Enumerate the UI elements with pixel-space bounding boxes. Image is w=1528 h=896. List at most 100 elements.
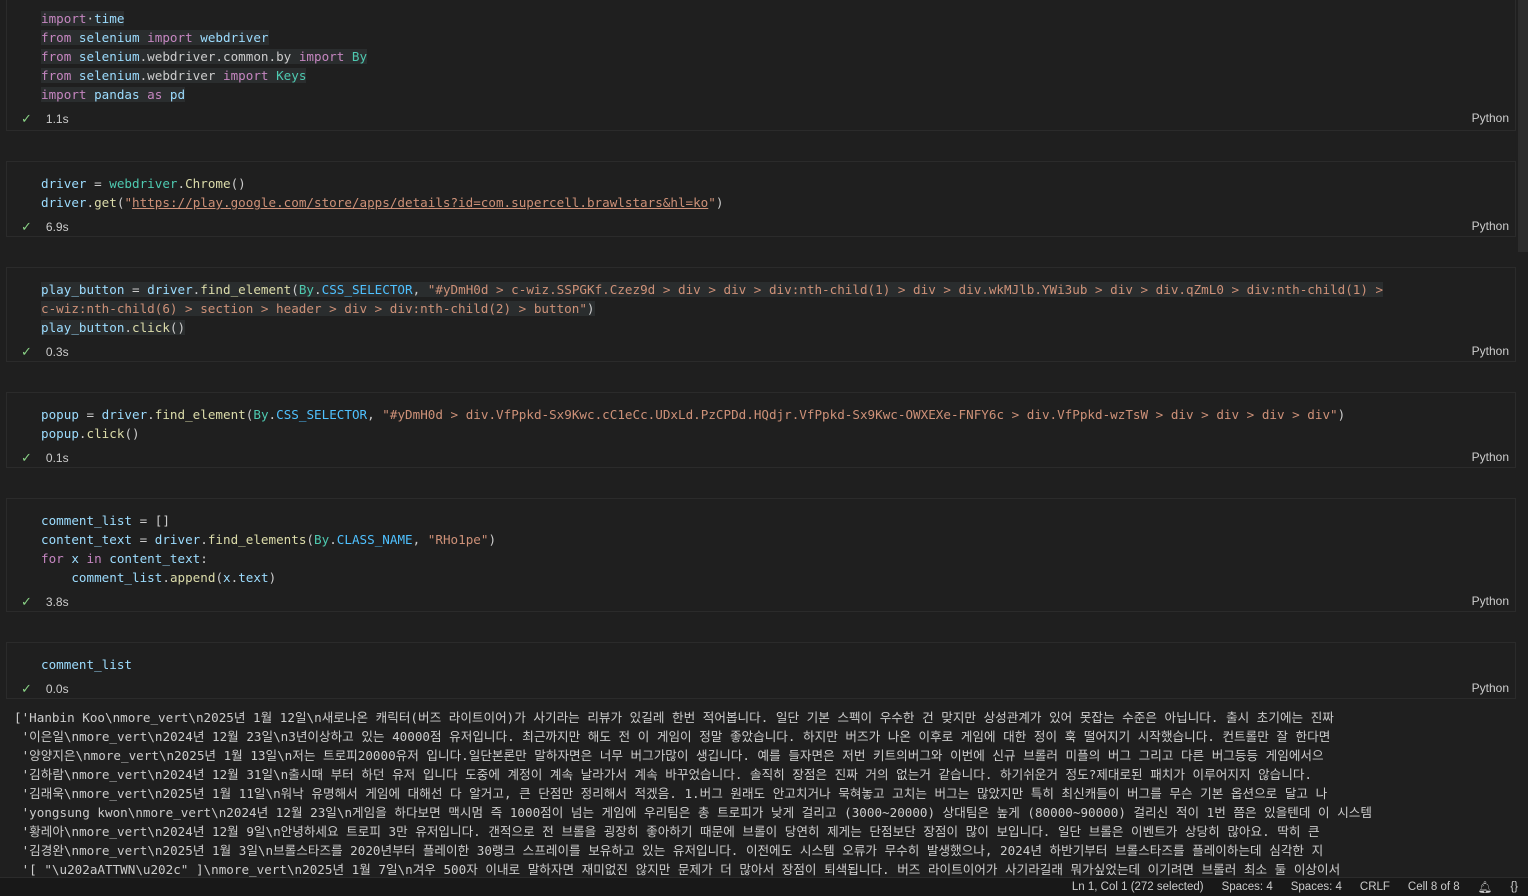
code-editor[interactable]: import·time from selenium import webdrive… <box>41 9 1509 104</box>
code-line: comment_list <box>41 655 1509 674</box>
code-token: By <box>314 532 330 547</box>
code-line: content_text = driver.find_elements(By.C… <box>41 530 1509 549</box>
code-token: () <box>169 320 186 335</box>
code-token: ) <box>1337 407 1346 422</box>
code-token: click <box>132 320 170 335</box>
code-token: find_elements <box>207 532 307 547</box>
code-token: CSS_SELECTOR <box>321 282 413 297</box>
language-indicator[interactable]: Python <box>1472 111 1509 125</box>
code-token: = [] <box>132 513 170 528</box>
language-indicator[interactable]: Python <box>1472 450 1509 464</box>
code-line: from selenium import webdriver <box>41 28 1509 47</box>
code-token: driver <box>154 532 201 547</box>
code-editor[interactable]: comment_list = [] content_text = driver.f… <box>41 511 1509 587</box>
code-token: ( <box>306 532 315 547</box>
code-cell[interactable]: driver = webdriver.Chrome() driver.get("h… <box>6 161 1516 237</box>
code-editor[interactable]: play_button = driver.find_element(By.CSS… <box>41 280 1509 337</box>
code-token: pandas <box>86 87 140 102</box>
execution-time: 0.0s <box>45 682 69 696</box>
eol-status[interactable]: CRLF <box>1360 881 1390 893</box>
code-token: · <box>86 11 95 26</box>
code-token: in <box>78 551 102 566</box>
code-token: "#yDmH0d > div.VfPpkd-Sx9Kwc.cC1eCc.UDxL… <box>382 407 1338 422</box>
check-icon: ✓ <box>21 111 32 126</box>
execution-time: 1.1s <box>45 112 69 126</box>
code-line: driver = webdriver.Chrome() <box>41 174 1509 193</box>
code-token: webdriver <box>109 176 178 191</box>
code-editor[interactable]: popup = driver.find_element(By.CSS_SELEC… <box>41 405 1509 443</box>
code-token: text <box>238 570 269 585</box>
braces-icon[interactable]: {} <box>1510 881 1518 893</box>
code-token: .webdriver <box>139 68 216 83</box>
output-line: '김경완\nmore_vert\n2025년 1월 3일\n브롤스타즈를 202… <box>14 843 1324 858</box>
code-token: By <box>344 49 368 64</box>
cell-output: ['Hanbin Koo\nmore_vert\n2025년 1월 12일\n새… <box>14 708 1518 880</box>
code-token: ( <box>291 282 299 297</box>
code-token: CLASS_NAME <box>336 532 413 547</box>
language-indicator[interactable]: Python <box>1472 219 1509 233</box>
code-token: from <box>41 49 72 64</box>
code-token: https://play.google.com/store/apps/detai… <box>132 195 709 210</box>
code-token: get <box>94 195 117 210</box>
code-token: = <box>132 532 155 547</box>
code-token: x <box>223 570 231 585</box>
execution-status: ✓ 6.9s <box>21 219 69 235</box>
bell-icon[interactable]: 🔔︎ <box>1478 880 1493 894</box>
code-line: play_button = driver.find_element(By.CSS… <box>41 280 1509 299</box>
code-token: click <box>86 426 125 441</box>
code-token: ) <box>586 301 595 316</box>
indentation-status[interactable]: Spaces: 4 <box>1222 881 1273 893</box>
code-token: as <box>139 87 163 102</box>
scrollbar-thumb[interactable] <box>1518 0 1528 252</box>
code-token: ) <box>715 195 724 210</box>
code-token: selenium <box>71 30 140 45</box>
code-token: = <box>78 407 102 422</box>
language-indicator[interactable]: Python <box>1472 681 1509 695</box>
code-line: play_button.click() <box>41 318 1509 337</box>
code-token: import <box>41 87 87 102</box>
code-token: play_button <box>41 320 125 335</box>
code-editor[interactable]: driver = webdriver.Chrome() driver.get("h… <box>41 174 1509 212</box>
cell-indicator[interactable]: Cell 8 of 8 <box>1408 881 1460 893</box>
check-icon: ✓ <box>21 450 32 465</box>
output-line: '김래욱\nmore_vert\n2025년 1월 11일\n워낙 유명해서 게… <box>14 786 1328 801</box>
code-token: () <box>230 176 246 191</box>
code-cell[interactable]: play_button = driver.find_element(By.CSS… <box>6 267 1516 362</box>
code-line: from selenium.webdriver import Keys <box>41 66 1509 85</box>
code-token: import <box>139 30 193 45</box>
code-token: .webdriver.common.by <box>139 49 292 64</box>
code-cell[interactable]: comment_list = [] content_text = driver.f… <box>6 498 1516 612</box>
code-token: " <box>708 195 716 210</box>
code-token: x <box>63 551 79 566</box>
cursor-position[interactable]: Ln 1, Col 1 (272 selected) <box>1072 881 1204 893</box>
code-editor[interactable]: comment_list <box>41 655 1509 674</box>
code-token: comment_list <box>41 513 132 528</box>
code-token: driver <box>41 195 87 210</box>
code-token: . <box>162 570 170 585</box>
check-icon: ✓ <box>21 219 32 234</box>
execution-status: ✓ 1.1s <box>21 111 69 127</box>
code-cell[interactable]: import·time from selenium import webdrive… <box>6 0 1516 131</box>
language-indicator[interactable]: Python <box>1472 594 1509 608</box>
output-line: '이은일\nmore_vert\n2024년 12월 23일\n3년이상하고 있… <box>14 729 1331 744</box>
code-line: import·time <box>41 9 1509 28</box>
code-cell[interactable]: comment_list ✓ 0.0s Python <box>6 642 1516 699</box>
code-token: driver <box>147 282 193 297</box>
code-token: selenium <box>71 49 140 64</box>
language-indicator[interactable]: Python <box>1472 344 1509 358</box>
output-line: ['Hanbin Koo\nmore_vert\n2025년 1월 12일\n새… <box>14 710 1334 725</box>
execution-status: ✓ 0.0s <box>21 681 69 697</box>
output-line: 'yongsung kwon\nmore_vert\n2024년 12월 23일… <box>14 805 1372 820</box>
code-token: find_element <box>154 407 246 422</box>
code-token: comment_list <box>71 570 163 585</box>
code-token: ( <box>215 570 224 585</box>
code-cell[interactable]: popup = driver.find_element(By.CSS_SELEC… <box>6 392 1516 468</box>
code-token: , <box>412 282 428 297</box>
code-line: from selenium.webdriver.common.by import… <box>41 47 1509 66</box>
code-token: from <box>41 68 72 83</box>
code-token: from <box>41 30 72 45</box>
code-token: "RHo1pe" <box>427 532 489 547</box>
indentation-status-2[interactable]: Spaces: 4 <box>1291 881 1342 893</box>
check-icon: ✓ <box>21 344 32 359</box>
